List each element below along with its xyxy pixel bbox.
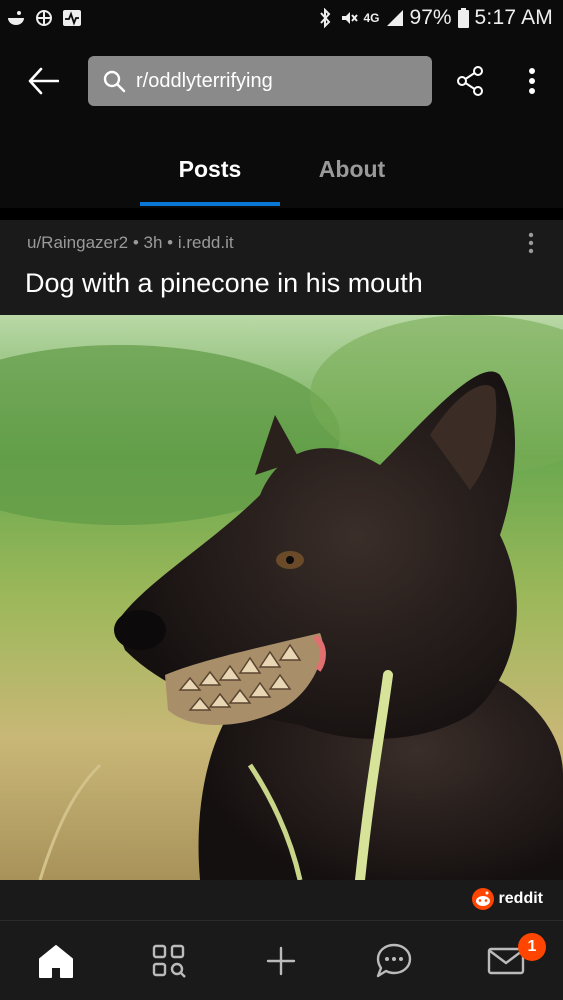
dog-photo: [0, 315, 563, 880]
image-watermark-bar: reddit: [0, 880, 563, 920]
tab-posts[interactable]: Posts: [140, 156, 280, 183]
bowl-icon: [8, 11, 24, 25]
inbox-badge: 1: [518, 933, 546, 961]
home-icon: [39, 945, 73, 978]
post-title: Dog with a pinecone in his mouth: [25, 268, 423, 298]
status-system: 4G 97% 5:17 AM: [316, 6, 554, 30]
mute-icon: [341, 12, 358, 24]
more-options-button[interactable]: [512, 60, 552, 102]
subreddit-tabs: Posts About: [0, 146, 563, 208]
arrow-left-icon: [28, 67, 59, 95]
pinwheel-icon: [36, 10, 52, 26]
nav-create[interactable]: [259, 939, 303, 983]
nav-home[interactable]: [34, 939, 78, 983]
discover-icon: [152, 944, 186, 978]
app-header: r/oddlyterrifying Posts About: [0, 38, 563, 208]
post-image[interactable]: [0, 315, 563, 880]
active-tab-indicator: [140, 202, 280, 206]
search-icon: [103, 70, 126, 93]
reddit-watermark: reddit: [471, 888, 543, 910]
status-bar: 4G 97% 5:17 AM: [0, 0, 563, 38]
nav-discover[interactable]: [147, 939, 191, 983]
bottom-navigation: 1: [0, 920, 563, 1000]
more-vertical-icon: [529, 68, 535, 94]
battery-percent: 97%: [409, 6, 452, 29]
post-meta: u/Raingazer2 • 3h • i.redd.it: [27, 233, 234, 252]
network-type: 4G: [363, 11, 380, 25]
share-icon: [457, 66, 483, 96]
status-notifications: [6, 9, 82, 27]
battery-icon: [457, 8, 469, 28]
tab-about[interactable]: About: [282, 156, 422, 183]
reddit-logo-icon: [471, 888, 494, 910]
plus-icon: [266, 946, 296, 976]
bluetooth-icon: [319, 8, 330, 28]
post-options-button[interactable]: [518, 230, 544, 256]
search-input[interactable]: r/oddlyterrifying: [88, 56, 432, 106]
post-card[interactable]: u/Raingazer2 • 3h • i.redd.it Dog with a…: [0, 220, 563, 880]
chat-icon: [376, 943, 412, 978]
signal-icon: [386, 10, 403, 26]
nav-chat[interactable]: [372, 939, 416, 983]
search-text: r/oddlyterrifying: [136, 69, 273, 92]
share-button[interactable]: [450, 60, 490, 102]
clock: 5:17 AM: [474, 6, 553, 29]
back-button[interactable]: [22, 60, 64, 102]
more-vertical-icon: [528, 232, 534, 254]
activity-icon: [63, 10, 81, 26]
reddit-wordmark: reddit: [498, 890, 543, 907]
